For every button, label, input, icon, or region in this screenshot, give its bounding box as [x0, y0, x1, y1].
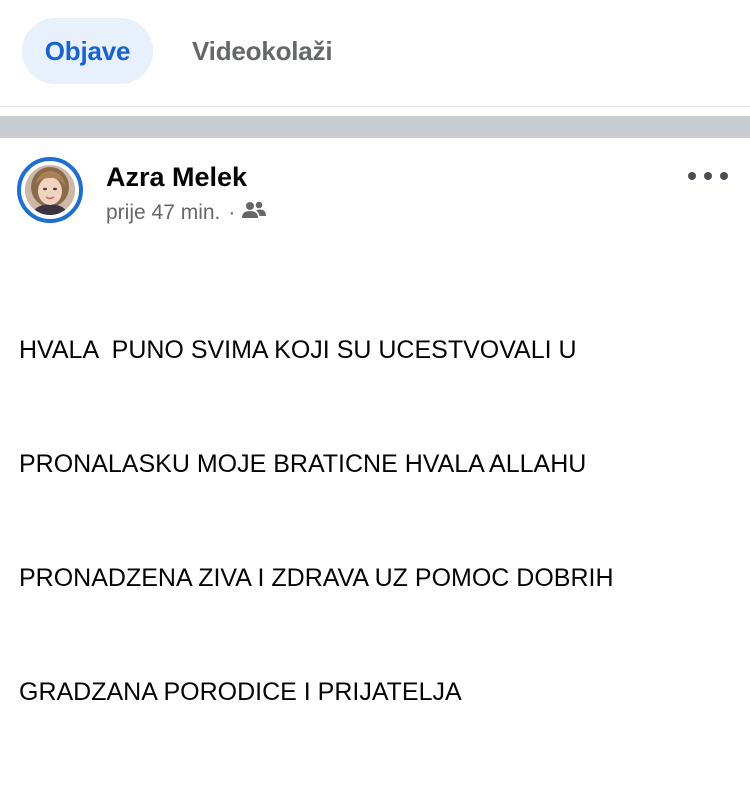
tabs-divider	[0, 106, 750, 107]
avatar-ring[interactable]	[17, 157, 83, 223]
post-timestamp[interactable]: prije 47 min.	[106, 201, 220, 225]
avatar	[25, 165, 75, 215]
post-text-line: HVALA PUNO SVIMA KOJI SU UCESTVOVALI U	[19, 336, 577, 364]
more-options-icon[interactable]	[688, 166, 728, 186]
post-card: Azra Melek prije 47 min. · HVALA PUNO SV…	[0, 138, 750, 706]
tab-videokolazi[interactable]: Videokolaži	[192, 18, 333, 84]
post-text-line: PRONALASKU MOJE BRATICNE HVALA ALLAHU	[19, 450, 587, 478]
meta-separator: ·	[228, 201, 236, 224]
post-meta: prije 47 min. ·	[106, 201, 267, 225]
profile-tabs: Objave Videokolaži	[0, 0, 750, 106]
tab-objave[interactable]: Objave	[22, 18, 153, 84]
friends-icon[interactable]	[242, 201, 267, 225]
avatar-photo	[25, 165, 75, 215]
post-author-name[interactable]: Azra Melek	[106, 162, 247, 193]
feed-separator	[0, 116, 750, 138]
post-text-line: GRADZANA PORODICE I PRIJATELJA	[19, 678, 462, 706]
post-text-line: PRONADZENA ZIVA I ZDRAVA UZ POMOC DOBRIH	[19, 564, 614, 592]
post-text: HVALA PUNO SVIMA KOJI SU UCESTVOVALI U P…	[19, 255, 729, 787]
